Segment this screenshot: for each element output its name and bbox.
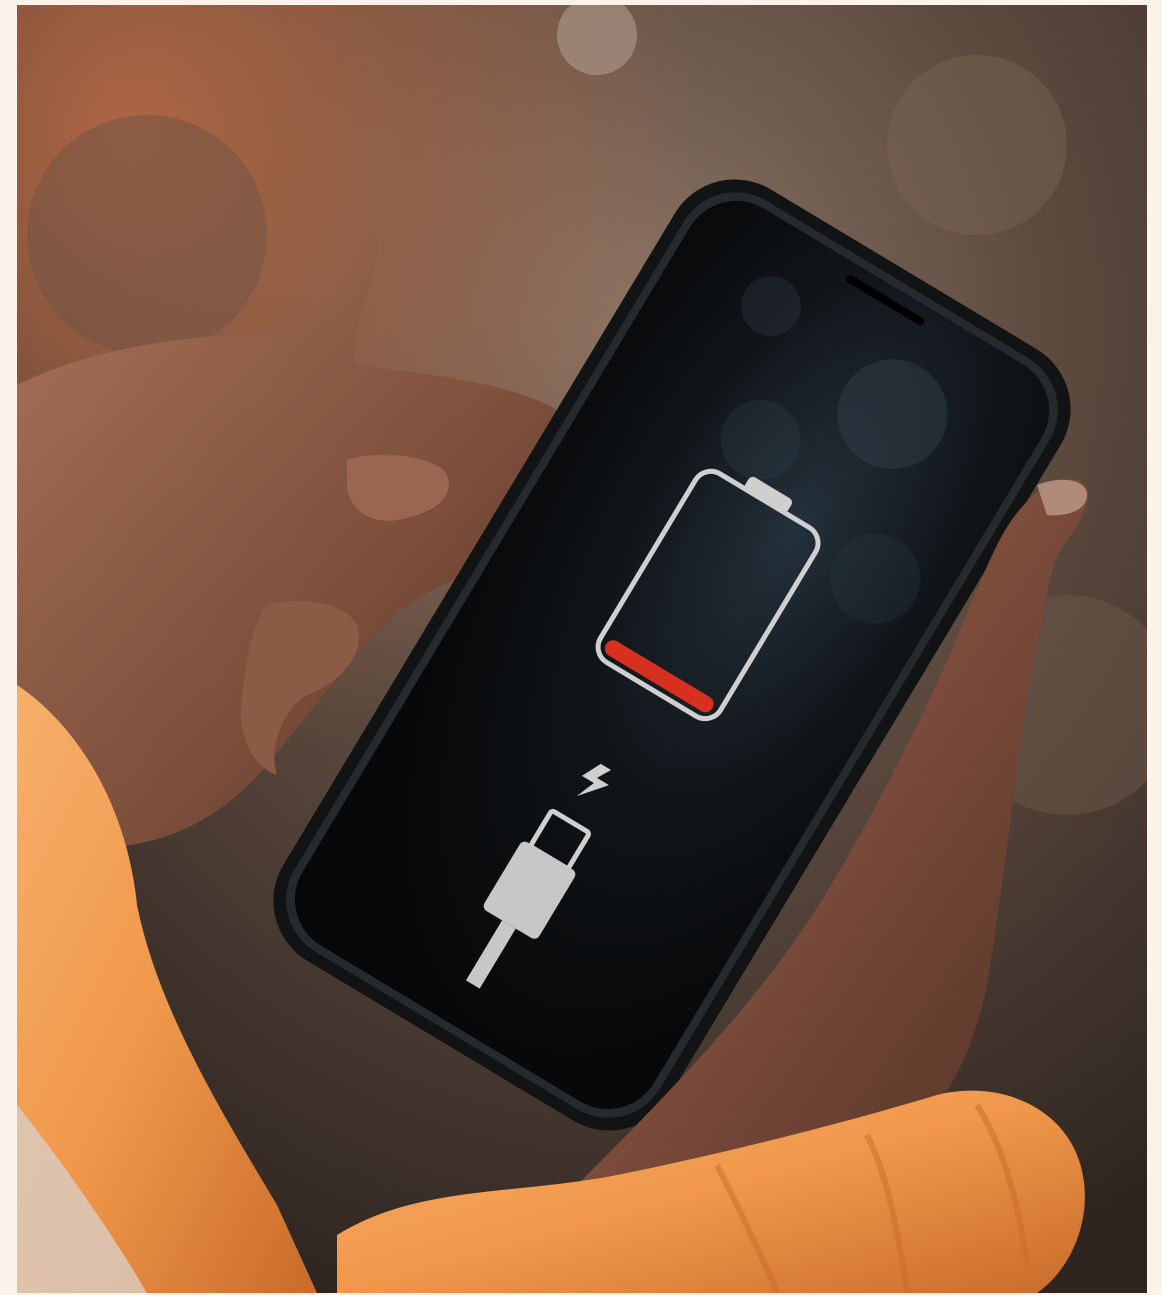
photo-frame — [17, 5, 1147, 1293]
phone-photo — [17, 5, 1147, 1293]
